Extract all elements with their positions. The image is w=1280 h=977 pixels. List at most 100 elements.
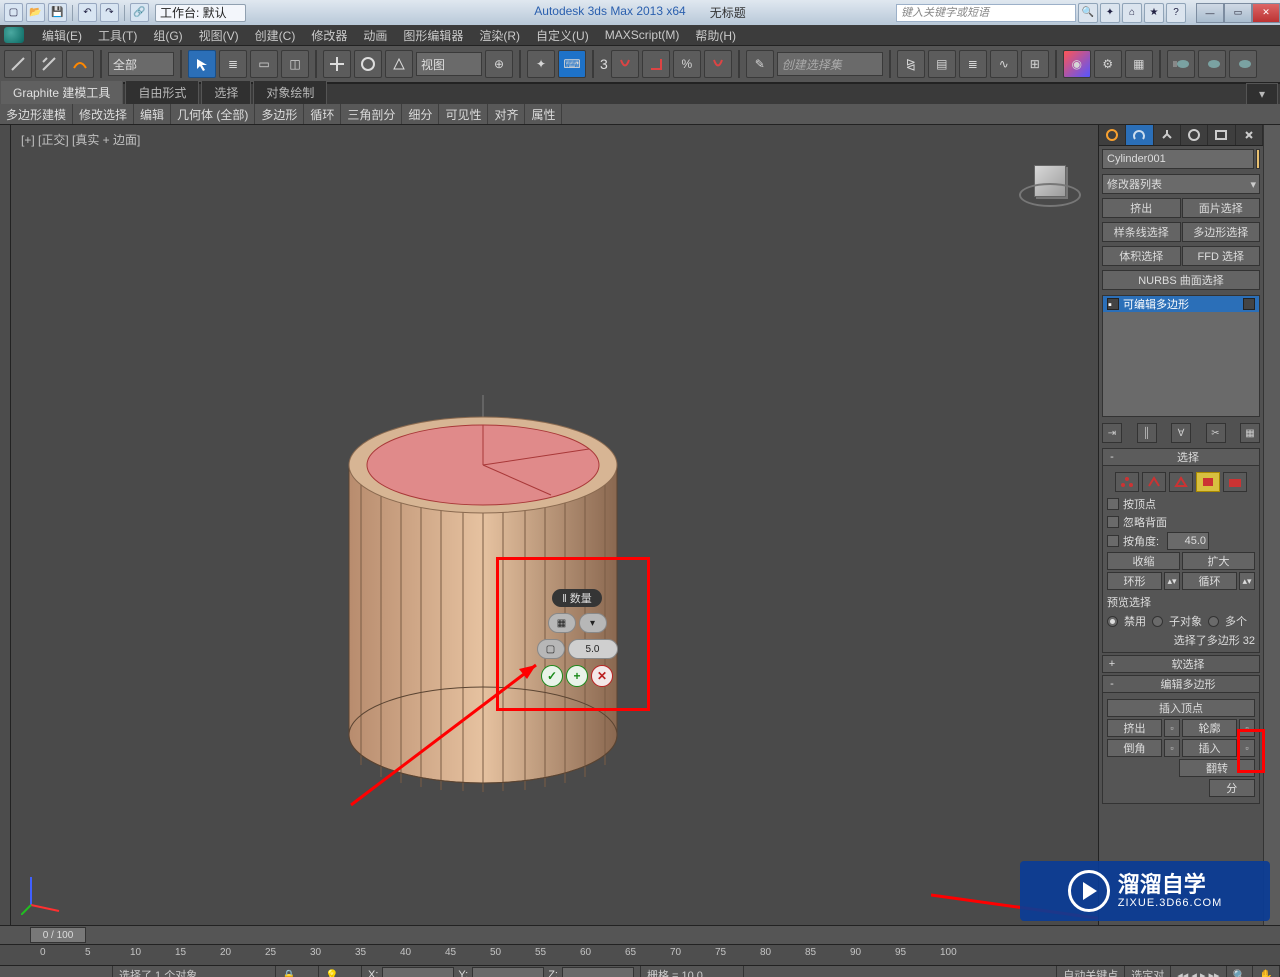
menu-help[interactable]: 帮助(H) xyxy=(687,25,744,45)
angle-snap-icon[interactable] xyxy=(642,50,670,78)
modset-polysel[interactable]: 多边形选择 xyxy=(1182,222,1261,242)
angle-spinner[interactable]: 45.0 xyxy=(1167,532,1209,550)
schematic-view-icon[interactable]: ⊞ xyxy=(1021,50,1049,78)
lock-selection-icon[interactable]: 🔒 xyxy=(276,966,319,977)
layers-icon[interactable]: ≣ xyxy=(959,50,987,78)
menu-maxscript[interactable]: MAXScript(M) xyxy=(597,25,688,45)
modset-extrude[interactable]: 挤出 xyxy=(1102,198,1181,218)
edit-named-sel-icon[interactable]: ✎ xyxy=(746,50,774,78)
tab-create-icon[interactable] xyxy=(1099,125,1126,145)
favorite-icon[interactable]: ★ xyxy=(1144,3,1164,23)
undo-icon[interactable]: ↶ xyxy=(78,3,97,22)
menu-edit[interactable]: 编辑(E) xyxy=(34,25,90,45)
move-icon[interactable] xyxy=(323,50,351,78)
chk-by-angle[interactable]: 按角度:45.0 xyxy=(1107,532,1255,550)
modifier-stack[interactable]: ▪可编辑多边形 xyxy=(1102,295,1260,417)
ribbon-panel-align[interactable]: 对齐 xyxy=(488,104,525,124)
menu-create[interactable]: 创建(C) xyxy=(247,25,304,45)
percent-snap-icon[interactable]: % xyxy=(673,50,701,78)
open-icon[interactable]: 📂 xyxy=(26,3,45,22)
radio-multi[interactable] xyxy=(1208,616,1219,627)
menu-modifiers[interactable]: 修改器 xyxy=(303,25,355,45)
mirror-icon[interactable]: ⧎ xyxy=(897,50,925,78)
ribbon-panel-subdiv[interactable]: 细分 xyxy=(402,104,439,124)
ribbon-tab-graphite[interactable]: Graphite 建模工具 xyxy=(0,80,123,104)
time-slider-thumb[interactable]: 0 / 100 xyxy=(30,927,86,943)
ribbon-panel-edit[interactable]: 编辑 xyxy=(134,104,171,124)
playback-controls[interactable]: ◂◂ ◂ ▸ ▸▸ xyxy=(1171,966,1226,977)
save-icon[interactable]: 💾 xyxy=(48,3,67,22)
radio-off[interactable] xyxy=(1107,616,1118,627)
workspace-selector[interactable]: 工作台: 默认 xyxy=(155,4,246,22)
loop-spinner[interactable]: ▴▾ xyxy=(1239,572,1255,590)
new-icon[interactable]: ▢ xyxy=(4,3,23,22)
nav-pan-icon[interactable]: ✋ xyxy=(1253,966,1280,977)
menu-customize[interactable]: 自定义(U) xyxy=(528,25,597,45)
rollout-selection-header[interactable]: -选择 xyxy=(1102,448,1260,466)
z-field[interactable] xyxy=(562,967,634,977)
ribbon-panel-geomall[interactable]: 几何体 (全部) xyxy=(171,104,255,124)
y-field[interactable] xyxy=(472,967,544,977)
object-color-swatch[interactable] xyxy=(1256,149,1260,169)
named-selection-set[interactable]: 创建选择集 xyxy=(777,52,883,76)
btn-hinge[interactable]: 分 xyxy=(1209,779,1255,797)
menu-tools[interactable]: 工具(T) xyxy=(90,25,145,45)
btn-bevel-settings[interactable]: ▫ xyxy=(1164,739,1180,757)
viewport[interactable]: [+] [正交] [真实 + 边面] z xyxy=(11,125,1098,925)
ribbon-panel-loops[interactable]: 循环 xyxy=(304,104,341,124)
modset-splinesel[interactable]: 样条线选择 xyxy=(1102,222,1181,242)
isolate-icon[interactable]: 💡 xyxy=(319,966,362,977)
ribbon-tab-freeform[interactable]: 自由形式 xyxy=(125,80,199,104)
restore-button[interactable]: ▭ xyxy=(1224,3,1252,23)
pin-stack-icon[interactable]: ⇥ xyxy=(1102,423,1122,443)
use-pivot-center-icon[interactable]: ⊕ xyxy=(485,50,513,78)
curve-editor-icon[interactable]: ∿ xyxy=(990,50,1018,78)
tab-modify-icon[interactable] xyxy=(1126,125,1153,145)
application-icon[interactable] xyxy=(4,27,24,43)
ribbon-panel-polygons[interactable]: 多边形 xyxy=(255,104,304,124)
so-edge-icon[interactable] xyxy=(1142,472,1166,492)
link-icon[interactable]: 🔗 xyxy=(130,3,149,22)
ref-coord-system[interactable]: 视图 xyxy=(416,52,482,76)
render-iterative-icon[interactable] xyxy=(1198,50,1226,78)
rect-region-icon[interactable]: ▭ xyxy=(250,50,278,78)
track-bar[interactable]: 0510152025303540455055606570758085909510… xyxy=(0,944,1280,965)
modset-volsel[interactable]: 体积选择 xyxy=(1102,246,1181,266)
autokey-button[interactable]: 自动关键点 xyxy=(1057,966,1125,977)
show-end-result-icon[interactable]: ║ xyxy=(1137,423,1157,443)
chk-ignore-backface[interactable]: 忽略背面 xyxy=(1107,514,1255,530)
menu-rendering[interactable]: 渲染(R) xyxy=(471,25,528,45)
btn-extrude-settings[interactable]: ▫ xyxy=(1164,719,1180,737)
rollout-soft-header[interactable]: +软选择 xyxy=(1102,655,1260,673)
snap-toggle-icon[interactable] xyxy=(611,50,639,78)
btn-extrude[interactable]: 挤出 xyxy=(1107,719,1162,737)
select-object-icon[interactable] xyxy=(188,50,216,78)
select-by-name-icon[interactable]: ≣ xyxy=(219,50,247,78)
modset-nurbs[interactable]: NURBS 曲面选择 xyxy=(1102,270,1260,290)
x-field[interactable] xyxy=(382,967,454,977)
so-element-icon[interactable] xyxy=(1223,472,1247,492)
modset-patchsel[interactable]: 面片选择 xyxy=(1182,198,1261,218)
scale-icon[interactable] xyxy=(385,50,413,78)
manipulate-icon[interactable]: ✦ xyxy=(527,50,555,78)
help-icon[interactable]: ? xyxy=(1166,3,1186,23)
menu-animation[interactable]: 动画 xyxy=(355,25,395,45)
viewcube[interactable] xyxy=(1018,149,1082,213)
subscription-icon[interactable]: ⌂ xyxy=(1122,3,1142,23)
unlink-icon[interactable] xyxy=(35,50,63,78)
render-setup-icon[interactable]: ⚙ xyxy=(1094,50,1122,78)
radio-subobj[interactable] xyxy=(1152,616,1163,627)
chk-by-vertex[interactable]: 按顶点 xyxy=(1107,496,1255,512)
redo-icon[interactable]: ↷ xyxy=(100,3,119,22)
tab-hierarchy-icon[interactable] xyxy=(1154,125,1181,145)
ring-spinner[interactable]: ▴▾ xyxy=(1164,572,1180,590)
nav-zoom-icon[interactable]: 🔍 xyxy=(1227,966,1254,977)
ribbon-panel-props[interactable]: 属性 xyxy=(525,104,562,124)
btn-bevel[interactable]: 倒角 xyxy=(1107,739,1162,757)
so-polygon-icon[interactable] xyxy=(1196,472,1220,492)
selection-filter[interactable]: 全部 xyxy=(108,52,174,76)
btn-inset[interactable]: 插入 xyxy=(1182,739,1237,757)
exchange-icon[interactable]: ✦ xyxy=(1100,3,1120,23)
btn-insert-vertex[interactable]: 插入顶点 xyxy=(1107,699,1255,717)
ribbon-panel-tris[interactable]: 三角剖分 xyxy=(341,104,402,124)
